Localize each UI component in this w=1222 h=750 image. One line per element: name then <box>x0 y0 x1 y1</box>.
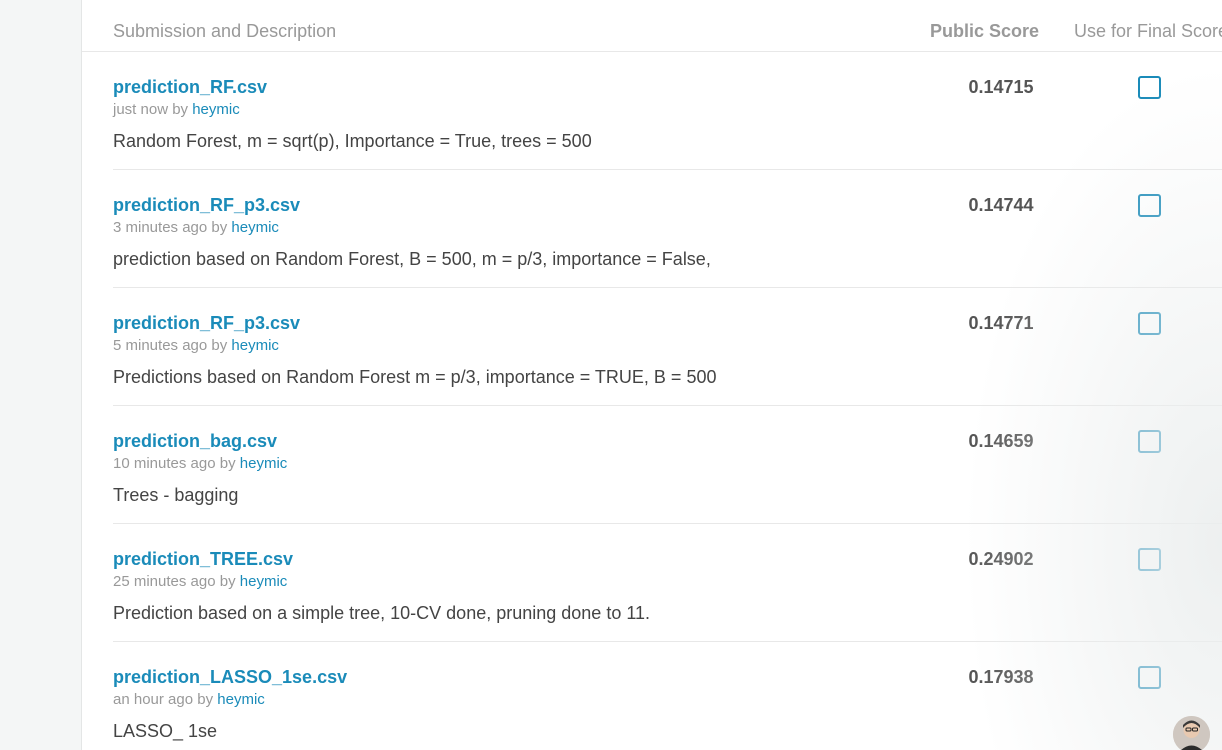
submission-description: Predictions based on Random Forest m = p… <box>113 367 717 387</box>
use-for-final-score-checkbox[interactable] <box>1138 194 1161 217</box>
submission-row: prediction_RF_p3.csv 3 minutes ago by he… <box>113 170 1222 288</box>
submission-author-link[interactable]: heymic <box>192 101 240 118</box>
submission-time: just now <box>113 101 169 118</box>
submission-description: prediction based on Random Forest, B = 5… <box>113 249 711 269</box>
submission-file-link[interactable]: prediction_LASSO_1se.csv <box>113 667 347 688</box>
public-score: 0.14744 <box>968 195 1034 215</box>
submission-author-link[interactable]: heymic <box>217 691 265 708</box>
submission-file-link[interactable]: prediction_RF.csv <box>113 77 267 98</box>
submission-row: prediction_RF_p3.csv 5 minutes ago by he… <box>113 288 1222 406</box>
submission-meta: 5 minutes ago by heymic <box>113 337 279 354</box>
submission-time: 10 minutes ago <box>113 455 216 472</box>
submission-by: by <box>172 101 189 118</box>
submission-meta: an hour ago by heymic <box>113 691 265 708</box>
user-avatar-icon[interactable] <box>1173 716 1210 750</box>
submission-description: Random Forest, m = sqrt(p), Importance =… <box>113 131 592 151</box>
submission-time: 3 minutes ago <box>113 219 208 236</box>
table-header: Submission and Description Public Score … <box>82 0 1222 52</box>
left-sidebar <box>0 0 81 750</box>
use-for-final-score-checkbox[interactable] <box>1138 430 1161 453</box>
submission-by: by <box>219 573 236 590</box>
submission-by: by <box>211 219 228 236</box>
submission-author-link[interactable]: heymic <box>240 573 288 590</box>
column-header-public-score[interactable]: Public Score <box>930 21 1039 42</box>
submission-file-link[interactable]: prediction_bag.csv <box>113 431 277 452</box>
submission-description: Trees - bagging <box>113 485 239 505</box>
submission-meta: just now by heymic <box>113 101 240 118</box>
use-for-final-score-checkbox[interactable] <box>1138 666 1161 689</box>
submission-description: LASSO_ 1se <box>113 721 218 741</box>
submission-by: by <box>219 455 236 472</box>
public-score: 0.14715 <box>968 77 1034 97</box>
submission-row: prediction_bag.csv 10 minutes ago by hey… <box>113 406 1222 524</box>
public-score: 0.14659 <box>968 431 1034 451</box>
column-header-use-for-final-score: Use for Final Score <box>1074 21 1222 41</box>
submission-row: prediction_TREE.csv 25 minutes ago by he… <box>113 524 1222 642</box>
submission-meta: 3 minutes ago by heymic <box>113 219 279 236</box>
submission-description: Prediction based on a simple tree, 10-CV… <box>113 603 651 623</box>
column-header-description[interactable]: Submission and Description <box>113 21 336 42</box>
submission-file-link[interactable]: prediction_TREE.csv <box>113 549 293 570</box>
submission-row: prediction_RF.csv just now by heymic Ran… <box>113 52 1222 170</box>
use-for-final-score-checkbox[interactable] <box>1138 76 1161 99</box>
submission-meta: 25 minutes ago by heymic <box>113 573 287 590</box>
submission-author-link[interactable]: heymic <box>240 455 288 472</box>
use-for-final-score-checkbox[interactable] <box>1138 312 1161 335</box>
submission-author-link[interactable]: heymic <box>231 219 279 236</box>
submission-time: an hour ago <box>113 691 194 708</box>
use-for-final-score-checkbox[interactable] <box>1138 548 1161 571</box>
page: Submission and Description Public Score … <box>0 0 1222 750</box>
submission-file-link[interactable]: prediction_RF_p3.csv <box>113 195 300 216</box>
submission-file-link[interactable]: prediction_RF_p3.csv <box>113 313 300 334</box>
submissions-panel: Submission and Description Public Score … <box>81 0 1222 750</box>
submission-row: prediction_LASSO_1se.csv an hour ago by … <box>113 642 1222 750</box>
submission-time: 25 minutes ago <box>113 573 216 590</box>
public-score: 0.17938 <box>968 667 1034 687</box>
public-score: 0.24902 <box>968 549 1034 569</box>
public-score: 0.14771 <box>968 313 1034 333</box>
submission-author-link[interactable]: heymic <box>231 337 279 354</box>
submission-meta: 10 minutes ago by heymic <box>113 455 287 472</box>
submission-list: prediction_RF.csv just now by heymic Ran… <box>113 52 1222 750</box>
submission-time: 5 minutes ago <box>113 337 208 354</box>
submission-by: by <box>211 337 228 354</box>
submission-by: by <box>197 691 214 708</box>
avatar-portrait-icon <box>1173 716 1210 750</box>
